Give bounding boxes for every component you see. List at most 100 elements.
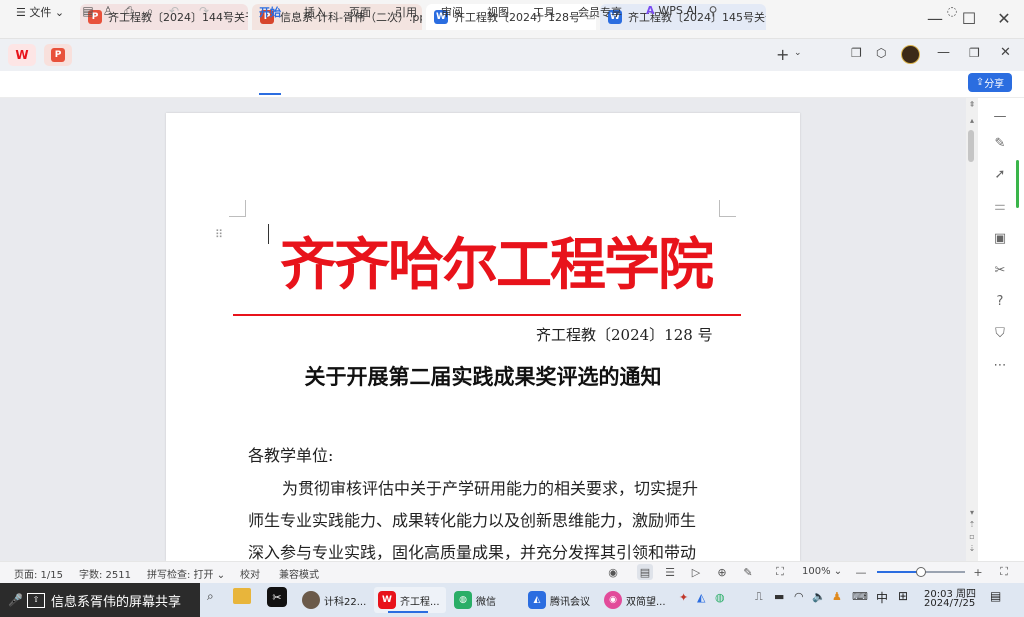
settings-sliders-icon[interactable]: ⚌ <box>990 196 1010 216</box>
tools-icon[interactable]: ✂ <box>990 260 1010 280</box>
zoom-in-icon[interactable]: + <box>970 564 986 580</box>
fullscreen-icon[interactable]: ⛶ <box>996 564 1012 580</box>
wps-icon: W <box>378 591 396 609</box>
taskbar-item-tencent-meeting[interactable]: ◭ 腾讯会议 <box>524 587 596 613</box>
image-edit-icon[interactable]: ▣ <box>990 228 1010 248</box>
file-menu[interactable]: ☰ 文件 ⌄ <box>16 4 64 20</box>
cube-icon[interactable]: ⬡ <box>876 46 886 60</box>
select-pointer-icon[interactable]: ➚ <box>990 164 1010 184</box>
scroll-down-icon[interactable]: ▾ <box>966 508 978 517</box>
save-icon[interactable]: ▤ <box>80 3 96 19</box>
ribbon-tab-tools[interactable]: 工具 <box>533 4 555 20</box>
word-count[interactable]: 字数: 2511 <box>79 566 131 581</box>
screen-share-banner[interactable]: 🎤 ⇧ 信息系胥伟的屏幕共享 <box>0 583 200 617</box>
tray-usb-icon[interactable]: ⎍ <box>755 590 763 604</box>
ribbon-tab-home[interactable]: 开始 <box>259 4 281 20</box>
share-icon: ⇪ <box>975 77 985 88</box>
search-icon[interactable]: ⚲ <box>705 3 721 19</box>
wps-home-tab[interactable]: W <box>8 44 36 66</box>
play-icon[interactable]: ▷ <box>688 564 704 580</box>
redo-icon[interactable]: ↷ <box>196 3 212 19</box>
file-explorer-icon[interactable] <box>233 588 251 604</box>
prev-page-icon[interactable]: ⇡ <box>966 520 978 529</box>
taskbar-search-icon[interactable]: ⌕ <box>207 589 214 604</box>
tray-meeting-icon[interactable]: ◭ <box>697 591 705 604</box>
chevron-down-icon: ⌄ <box>51 6 65 19</box>
fit-page-icon[interactable]: ⛶ <box>772 564 788 580</box>
ribbon-tab-review[interactable]: 审阅 <box>441 4 463 20</box>
zoom-slider-fill <box>877 571 919 573</box>
next-page-icon[interactable]: ⇣ <box>966 544 978 553</box>
eye-protect-icon[interactable]: ◉ <box>605 564 621 580</box>
ribbon-tab-reference[interactable]: 引用 <box>395 4 417 20</box>
zoom-out-icon[interactable]: — <box>853 564 869 580</box>
share-button[interactable]: ⇪ 分享 <box>968 73 1012 92</box>
ribbon-tab-insert[interactable]: 插入 <box>304 4 326 20</box>
user-avatar[interactable] <box>901 45 920 64</box>
drag-handle-icon[interactable]: ⠿ <box>215 228 223 241</box>
body-line: 师生专业实践能力、成果转化能力以及创新思维能力，激励师生 <box>248 511 697 530</box>
ribbon-tab-member[interactable]: 会员专享 <box>578 4 622 20</box>
taskbar-item-wps[interactable]: W 齐工程... <box>374 587 446 613</box>
pen-icon[interactable]: ✎ <box>990 133 1010 153</box>
app-restore-icon[interactable]: ❐ <box>969 46 980 60</box>
tray-date[interactable]: 2024/7/25 <box>924 598 975 609</box>
taskbar-item-wechat[interactable]: ◍ 微信 <box>450 587 520 613</box>
capcut-icon[interactable]: ✂ <box>267 587 287 607</box>
print-icon[interactable]: ⎙ <box>121 3 137 19</box>
tray-security-icon[interactable]: ♟ <box>832 590 842 603</box>
tray-volume-icon[interactable]: 🔈 <box>812 590 826 603</box>
body-line: 深入参与专业实践，固化高质量成果，并充分发挥其引领和带动 <box>248 543 697 562</box>
scroll-top-icon[interactable]: ⇞ <box>966 100 978 109</box>
tray-wechat-icon[interactable]: ◍ <box>715 591 725 604</box>
scroll-up-icon[interactable]: ▴ <box>966 116 978 125</box>
tab-list-chevron-icon[interactable]: ⌄ <box>794 48 802 58</box>
new-tab-plus-icon[interactable]: + <box>776 45 789 64</box>
pdf-icon: P <box>51 48 65 62</box>
app-minimize-icon[interactable]: — <box>937 45 950 60</box>
help-icon[interactable]: ? <box>990 291 1010 311</box>
user-photo-icon <box>302 591 320 609</box>
app-close-icon[interactable]: ✕ <box>1000 45 1011 60</box>
web-view-icon[interactable]: ⊕ <box>714 564 730 580</box>
ribbon-toolbar <box>0 71 1024 98</box>
taskbar-item-class[interactable]: 计科22... <box>298 587 370 613</box>
spellcheck-status[interactable]: 拼写检查: 打开 ⌄ <box>147 566 225 581</box>
proofread-button[interactable]: 校对 <box>240 566 260 581</box>
zoom-slider-knob[interactable] <box>916 567 926 577</box>
document-number: 齐工程教〔2024〕128 号 <box>536 326 713 344</box>
wps-ai-button[interactable]: A WPS AI <box>646 4 697 17</box>
tray-ime-label[interactable]: 中 <box>876 589 888 606</box>
format-brush-icon[interactable]: ♙ <box>100 3 116 19</box>
print-preview-icon[interactable]: ⌕ <box>142 3 158 19</box>
more-chevron-icon[interactable]: ⌄ <box>218 3 234 19</box>
more-icon[interactable]: ⋯ <box>990 355 1010 375</box>
tray-keyboard-icon[interactable]: ⌨ <box>852 590 868 603</box>
document-tab-bar <box>0 39 1024 71</box>
page-view-icon[interactable]: ▤ <box>637 564 653 580</box>
rail-collapse-icon[interactable]: — <box>990 106 1010 126</box>
outline-view-icon[interactable]: ☰ <box>662 564 678 580</box>
tray-wifi-icon[interactable]: ◠ <box>794 590 804 603</box>
scrollbar-thumb[interactable] <box>968 130 974 162</box>
tray-ime-grid-icon[interactable]: ⊞ <box>898 589 908 603</box>
chevron-down-icon: ⌄ <box>830 566 843 577</box>
close-button[interactable]: ✕ <box>990 6 1018 30</box>
tray-app-icon[interactable]: ✦ <box>679 591 688 604</box>
writing-mode-icon[interactable]: ✎ <box>740 564 756 580</box>
shirt-icon[interactable]: ⛉ <box>990 323 1010 343</box>
page-select-icon[interactable]: ▫ <box>966 532 978 541</box>
ribbon-tab-page[interactable]: 页面 <box>349 4 371 20</box>
tray-battery-icon[interactable]: ▬ <box>774 590 784 603</box>
taskbar-item-browser[interactable]: ◉ 双简望... <box>600 587 670 613</box>
pdf-tab-icon-only[interactable]: P <box>44 44 72 66</box>
comment-icon[interactable]: ◌ <box>944 3 960 19</box>
compat-mode-label: 兼容模式 <box>279 570 319 581</box>
notification-icon[interactable]: ▤ <box>990 589 1001 603</box>
ribbon-tab-view[interactable]: 视图 <box>487 4 509 20</box>
undo-icon[interactable]: ↶ <box>166 3 182 19</box>
page-counter[interactable]: 页面: 1/15 <box>14 566 63 581</box>
window-switch-icon[interactable]: ❐ <box>851 46 862 60</box>
vertical-scrollbar[interactable] <box>966 98 978 561</box>
zoom-level[interactable]: 100% ⌄ <box>802 566 842 577</box>
